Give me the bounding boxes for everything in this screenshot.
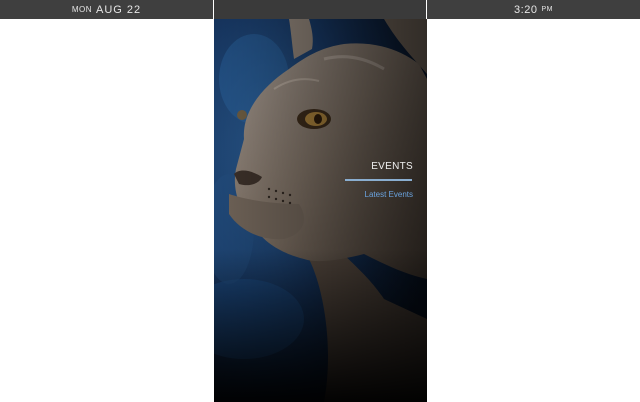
latest-events-link[interactable]: Latest Events [365,190,413,199]
clock-time: 3:20 [514,3,538,16]
events-divider [345,179,412,181]
status-bar-date-segment: MON AUG 22 [0,0,213,19]
status-bar-center-segment [214,0,426,19]
right-blank-pane [427,19,640,402]
status-bar-time-segment: 3:20 PM [427,0,640,19]
phone-screen: EVENTS Latest Events [214,19,427,402]
events-title[interactable]: EVENTS [371,161,413,172]
date: AUG 22 [96,3,142,16]
clock-ampm: PM [541,6,553,13]
wildcat-statue-image [214,19,427,402]
left-blank-pane [0,19,213,402]
day-of-week: MON [71,5,93,14]
status-bar: MON AUG 22 3:20 PM [0,0,640,19]
